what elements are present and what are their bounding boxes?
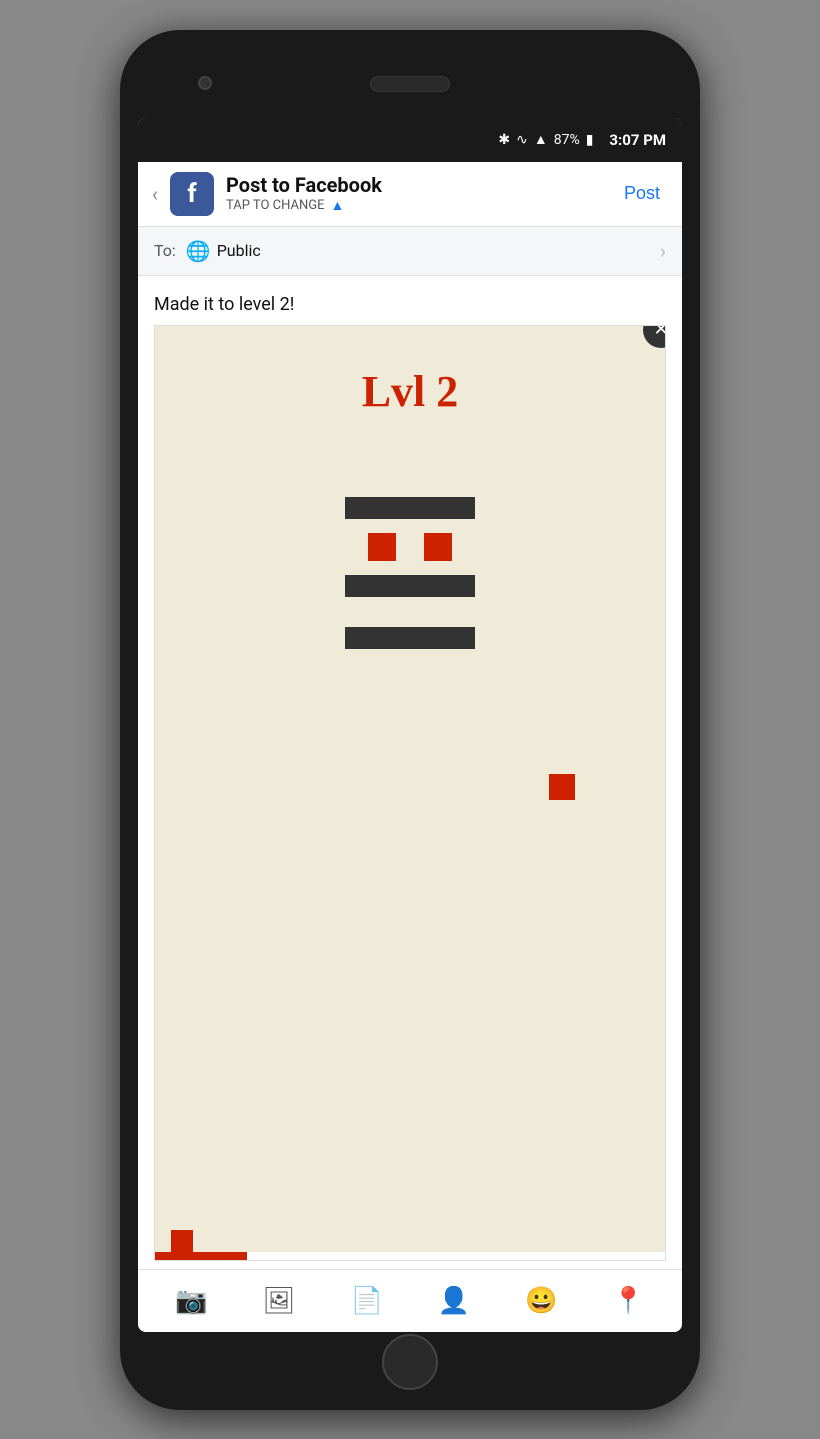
bluetooth-icon: ✱: [498, 132, 510, 148]
chevron-right-icon: ›: [660, 239, 666, 263]
battery-icon: ▮: [586, 132, 594, 148]
location-toolbar-icon[interactable]: 📍: [608, 1282, 648, 1320]
status-icons: ✱ ∿ ▲ 87% ▮: [498, 131, 593, 148]
close-icon: ✕: [653, 325, 666, 341]
subtitle-arrow-icon: ▲: [331, 197, 345, 214]
compose-area[interactable]: Made it to level 2!: [138, 276, 682, 325]
game-image-container: ✕ Lvl 2: [154, 325, 666, 1261]
post-button[interactable]: Post: [616, 179, 668, 208]
game-image: Lvl 2: [155, 326, 665, 1260]
home-button[interactable]: [382, 1334, 438, 1390]
globe-icon: 🌐: [186, 239, 211, 263]
audience-label: To:: [154, 241, 176, 260]
player-character: [549, 774, 575, 800]
progress-bar-container: [155, 1252, 665, 1260]
phone-top-bar: [138, 48, 682, 118]
image-toolbar-icon[interactable]: 🖼: [259, 1282, 300, 1320]
platform-bottom: [345, 627, 475, 649]
emoji-toolbar-icon[interactable]: 😀: [521, 1282, 561, 1320]
battery-percent: 87%: [554, 132, 580, 148]
audience-text: Public: [217, 241, 660, 260]
platform-top: [345, 497, 475, 519]
phone-speaker: [370, 76, 450, 92]
header-title-block: Post to Facebook TAP TO CHANGE ▲: [226, 173, 616, 214]
tag-friend-toolbar-icon[interactable]: 👤: [434, 1282, 474, 1320]
phone-device: ✱ ∿ ▲ 87% ▮ 3:07 PM ‹ f Post to Facebook…: [120, 30, 700, 1410]
status-time: 3:07 PM: [609, 131, 666, 149]
audience-row[interactable]: To: 🌐 Public ›: [138, 227, 682, 276]
eye-right: [424, 533, 452, 561]
camera-toolbar-icon[interactable]: 📷: [171, 1282, 211, 1320]
facebook-header: ‹ f Post to Facebook TAP TO CHANGE ▲ Pos…: [138, 162, 682, 227]
level-text: Lvl 2: [362, 366, 459, 417]
game-elements: [345, 497, 475, 649]
facebook-icon: f: [170, 172, 214, 216]
eye-left: [368, 533, 396, 561]
header-subtitle[interactable]: TAP TO CHANGE ▲: [226, 197, 616, 214]
phone-screen: ✱ ∿ ▲ 87% ▮ 3:07 PM ‹ f Post to Facebook…: [138, 118, 682, 1332]
back-arrow-icon[interactable]: ‹: [152, 182, 158, 206]
phone-camera: [198, 76, 212, 90]
phone-bottom-bar: [138, 1332, 682, 1392]
player-dot: [171, 1230, 193, 1252]
status-bar: ✱ ∿ ▲ 87% ▮ 3:07 PM: [138, 118, 682, 162]
signal-icon: ▲: [534, 131, 548, 148]
platform-middle: [345, 575, 475, 597]
article-toolbar-icon[interactable]: 📄: [347, 1282, 387, 1320]
wifi-icon: ∿: [516, 132, 528, 148]
progress-bar-fill: [155, 1252, 247, 1260]
bottom-toolbar: 📷 🖼 📄 👤 😀 📍: [138, 1269, 682, 1332]
post-text[interactable]: Made it to level 2!: [154, 292, 666, 317]
header-title: Post to Facebook: [226, 173, 616, 197]
eyes-row: [368, 533, 452, 561]
